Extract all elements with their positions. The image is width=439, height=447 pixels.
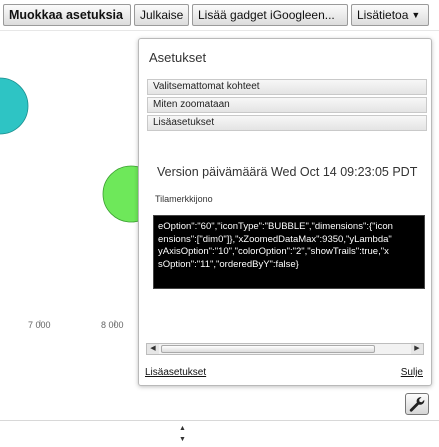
- publish-label: Julkaise: [140, 8, 184, 22]
- add-to-igoogle-label: Lisää gadget iGoogleen...: [198, 8, 335, 22]
- section-label: Lisäasetukset: [153, 117, 215, 128]
- section-unselected-items[interactable]: Valitsemattomat kohteet: [147, 79, 427, 95]
- state-line: sOption":"11","orderedByY":false}: [158, 258, 299, 270]
- scroll-up-icon[interactable]: ▲: [179, 425, 186, 432]
- section-how-to-zoom[interactable]: Miten zoomataan: [147, 97, 427, 113]
- section-advanced-settings[interactable]: Lisäasetukset: [147, 115, 427, 131]
- state-line: yAxisOption":"10","colorOption":"2","sho…: [158, 246, 389, 257]
- settings-panel-title: Asetukset: [149, 50, 207, 65]
- settings-wrench-button[interactable]: [405, 393, 429, 415]
- scroll-left-icon[interactable]: ◀: [147, 344, 159, 354]
- version-date: Version päivämäärä Wed Oct 14 09:23:05 P…: [157, 165, 418, 179]
- state-string-textarea[interactable]: eOption":"60","iconType":"BUBBLE","dimen…: [153, 215, 425, 289]
- add-to-igoogle-button[interactable]: Lisää gadget iGoogleen...: [192, 4, 348, 26]
- edit-settings-label: Muokkaa asetuksia: [9, 8, 123, 22]
- settings-panel: Asetukset Valitsemattomat kohteet Miten …: [138, 38, 432, 386]
- publish-button[interactable]: Julkaise: [134, 4, 189, 26]
- section-label: Miten zoomataan: [153, 99, 230, 110]
- edit-settings-button[interactable]: Muokkaa asetuksia: [3, 4, 131, 26]
- x-tick-label: 7 000: [28, 320, 51, 330]
- state-string-label: Tilamerkkijono: [155, 194, 213, 204]
- toolbar: Muokkaa asetuksia Julkaise Lisää gadget …: [0, 0, 439, 30]
- section-label: Valitsemattomat kohteet: [153, 81, 260, 92]
- bottom-divider: [0, 420, 439, 421]
- horizontal-scrollbar[interactable]: ◀ ▶: [146, 343, 424, 355]
- state-line: eOption":"60","iconType":"BUBBLE","dimen…: [158, 221, 393, 232]
- wrench-icon: [409, 397, 425, 412]
- x-tick-label: 8 000: [101, 320, 124, 330]
- scroll-down-icon[interactable]: ▼: [179, 436, 186, 443]
- bubble-teal[interactable]: [0, 77, 29, 135]
- state-line: ensions":["dim0"]},"xZoomedDataMax":9350…: [158, 233, 392, 245]
- more-info-button[interactable]: Lisätietoa ▼: [351, 4, 429, 26]
- more-info-label: Lisätietoa: [357, 8, 409, 22]
- scroll-right-icon[interactable]: ▶: [411, 344, 423, 354]
- chevron-down-icon: ▼: [411, 10, 421, 20]
- advanced-settings-link[interactable]: Lisäasetukset: [145, 367, 206, 378]
- close-link[interactable]: Sulje: [401, 367, 423, 378]
- scrollbar-thumb[interactable]: [161, 345, 375, 353]
